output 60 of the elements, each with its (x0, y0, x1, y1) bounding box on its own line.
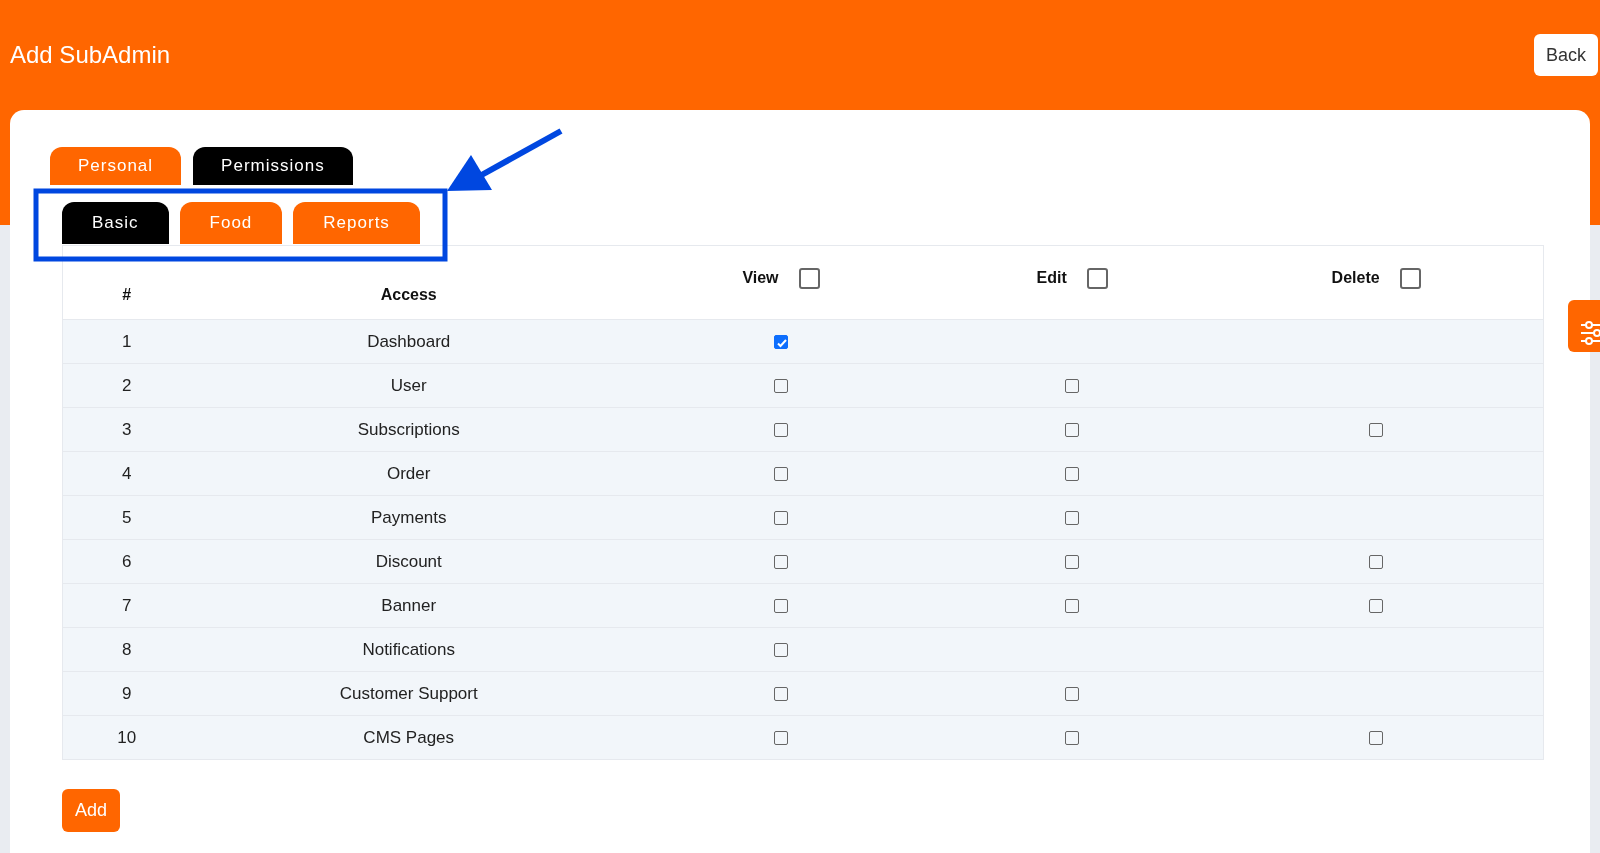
access-name: Order (387, 463, 431, 483)
access-name: Discount (375, 551, 442, 571)
checkbox[interactable] (1065, 555, 1080, 570)
column-header: Edit (1036, 269, 1067, 286)
row-number: 1 (122, 331, 132, 351)
checkbox[interactable] (773, 687, 788, 702)
row-number: 9 (122, 683, 132, 703)
access-name: User (390, 375, 427, 395)
checkbox[interactable] (1369, 731, 1384, 746)
checkbox[interactable] (1065, 731, 1080, 746)
checkbox[interactable] (1065, 511, 1080, 526)
column-header: View (742, 269, 779, 286)
column-header: Delete (1331, 269, 1380, 286)
checkbox[interactable] (773, 731, 788, 746)
access-name: Notifications (362, 639, 455, 659)
access-name: Banner (381, 595, 437, 615)
column-header: # (122, 286, 132, 303)
select-all-checkbox[interactable] (798, 268, 820, 290)
checkbox[interactable] (773, 423, 788, 438)
access-name: Subscriptions (357, 419, 460, 439)
select-all-checkbox[interactable] (1086, 268, 1108, 290)
column-header: Access (380, 286, 437, 303)
checkbox[interactable] (1065, 467, 1080, 482)
checkbox[interactable] (773, 643, 788, 658)
row-number: 4 (122, 463, 132, 483)
tab[interactable]: Permissions (193, 147, 353, 185)
row-number: 6 (122, 551, 132, 571)
checkbox[interactable] (773, 335, 788, 350)
checkbox[interactable] (773, 467, 788, 482)
checkbox[interactable] (773, 511, 788, 526)
row-number: 10 (117, 727, 137, 747)
checkbox[interactable] (1369, 555, 1384, 570)
access-name: Payments (370, 507, 447, 527)
checkbox[interactable] (1065, 599, 1080, 614)
page-title: Add SubAdmin (10, 40, 171, 70)
checkbox[interactable] (773, 599, 788, 614)
add-button[interactable]: Add (62, 789, 121, 832)
row-number: 7 (122, 595, 132, 615)
settings-button[interactable] (1568, 300, 1600, 352)
sub-tab[interactable]: Basic (62, 202, 169, 244)
sub-tab[interactable]: Food (179, 202, 283, 244)
checkbox[interactable] (1369, 599, 1384, 614)
sliders-icon (1581, 319, 1600, 346)
access-name: Dashboard (367, 331, 451, 351)
access-name: Customer Support (339, 683, 478, 703)
checkbox[interactable] (773, 379, 788, 394)
back-button[interactable]: Back (1533, 34, 1598, 76)
access-name: CMS Pages (363, 727, 455, 747)
checkbox[interactable] (773, 555, 788, 570)
select-all-checkbox[interactable] (1399, 268, 1421, 290)
checkbox[interactable] (1065, 379, 1080, 394)
row-number: 2 (122, 375, 132, 395)
row-number: 3 (122, 419, 132, 439)
row-number: 5 (122, 507, 132, 527)
tab[interactable]: Personal (50, 147, 182, 185)
checkbox[interactable] (1369, 423, 1384, 438)
sub-tab[interactable]: Reports (293, 202, 420, 244)
row-number: 8 (122, 639, 132, 659)
checkbox[interactable] (1065, 687, 1080, 702)
checkbox[interactable] (1065, 423, 1080, 438)
